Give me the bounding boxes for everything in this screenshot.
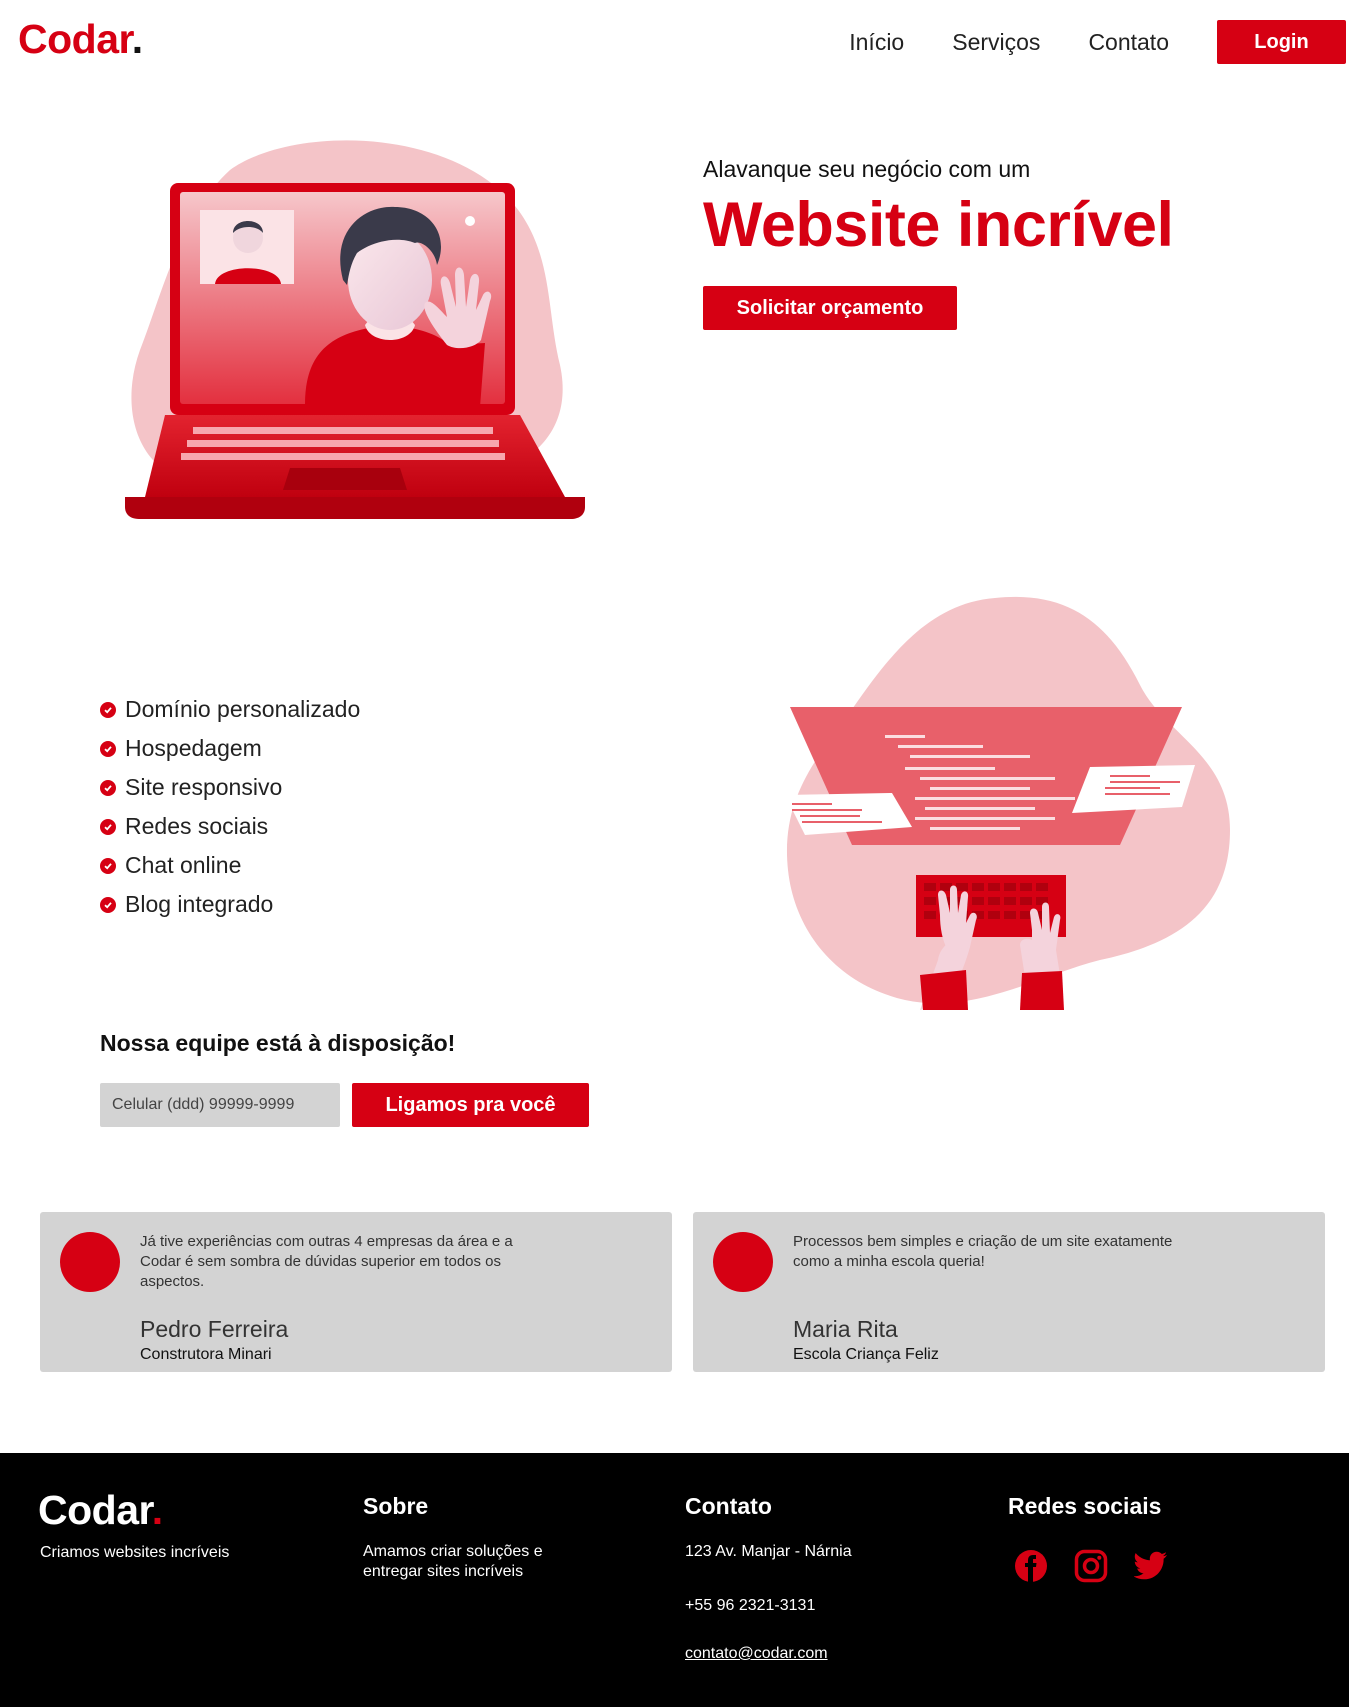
facebook-icon[interactable] [1013, 1548, 1049, 1584]
feature-item: Hospedagem [100, 729, 360, 768]
footer-email-link[interactable]: contato@codar.com [685, 1644, 828, 1664]
check-circle-icon [100, 701, 116, 718]
footer-logo[interactable]: Codar. [38, 1487, 163, 1534]
coding-keyboard-illustration [785, 596, 1230, 1010]
feature-label: Site responsivo [125, 774, 283, 800]
testimonial-company: Escola Criança Feliz [793, 1346, 939, 1363]
login-button[interactable]: Login [1217, 20, 1346, 64]
site-footer: Codar. Criamos websites incríveis Sobre … [0, 1453, 1349, 1707]
footer-logo-dot: . [151, 1487, 163, 1533]
check-circle-icon [100, 740, 116, 757]
feature-item: Redes sociais [100, 807, 360, 846]
hero-section: Alavanque seu negócio com um Website inc… [703, 156, 1174, 331]
footer-tagline: Criamos websites incríveis [40, 1544, 230, 1561]
feature-item: Blog integrado [100, 885, 360, 924]
feature-item: Chat online [100, 846, 360, 885]
team-title: Nossa equipe está à disposição! [100, 1030, 456, 1056]
testimonial-company: Construtora Minari [140, 1346, 272, 1363]
footer-logo-text: Codar [38, 1487, 152, 1533]
feature-label: Redes sociais [125, 813, 269, 839]
phone-input[interactable] [100, 1083, 340, 1127]
testimonial-name: Pedro Ferreira [140, 1316, 289, 1342]
hero-title: Website incrível [703, 190, 1174, 260]
footer-about-title: Sobre [363, 1493, 429, 1519]
social-links [1013, 1548, 1193, 1584]
check-circle-icon [100, 857, 116, 874]
logo[interactable]: Codar. [18, 16, 143, 63]
feature-item: Site responsivo [100, 768, 360, 807]
main-nav: Início Serviços Contato Login [849, 20, 1349, 64]
footer-social-title: Redes sociais [1008, 1493, 1162, 1519]
footer-address: 123 Av. Manjar - Nárnia [685, 1543, 852, 1560]
avatar [713, 1232, 773, 1292]
feature-label: Hospedagem [125, 735, 262, 761]
check-circle-icon [100, 896, 116, 913]
call-me-button[interactable]: Ligamos pra você [352, 1083, 589, 1127]
laptop-video-call-illustration [125, 140, 585, 519]
feature-label: Blog integrado [125, 891, 274, 917]
logo-text: Codar [18, 16, 132, 62]
twitter-icon[interactable] [1133, 1548, 1169, 1584]
footer-about-text: Amamos criar soluções e entregar sites i… [363, 1543, 543, 1580]
features-list: Domínio personalizado Hospedagem Site re… [100, 690, 360, 924]
feature-label: Chat online [125, 852, 242, 878]
request-quote-button[interactable]: Solicitar orçamento [703, 286, 957, 331]
testimonial-card: Processos bem simples e criação de um si… [693, 1212, 1325, 1372]
hero-pre-title: Alavanque seu negócio com um [703, 156, 1031, 182]
nav-contato[interactable]: Contato [1088, 29, 1169, 56]
check-circle-icon [100, 818, 116, 835]
logo-dot: . [131, 16, 143, 62]
testimonial-quote: Já tive experiências com outras 4 empres… [140, 1233, 513, 1290]
feature-item: Domínio personalizado [100, 690, 360, 729]
feature-label: Domínio personalizado [125, 696, 361, 722]
footer-phone: +55 96 2321-3131 [685, 1597, 816, 1614]
testimonial-name: Maria Rita [793, 1316, 898, 1342]
testimonial-card: Já tive experiências com outras 4 empres… [40, 1212, 672, 1372]
testimonial-quote: Processos bem simples e criação de um si… [793, 1233, 1173, 1270]
check-circle-icon [100, 779, 116, 796]
avatar [60, 1232, 120, 1292]
nav-servicos[interactable]: Serviços [952, 29, 1040, 56]
nav-inicio[interactable]: Início [849, 29, 904, 56]
footer-contact-title: Contato [685, 1493, 772, 1519]
instagram-icon[interactable] [1073, 1548, 1109, 1584]
site-header: Codar. Início Serviços Contato Login [0, 0, 1349, 86]
